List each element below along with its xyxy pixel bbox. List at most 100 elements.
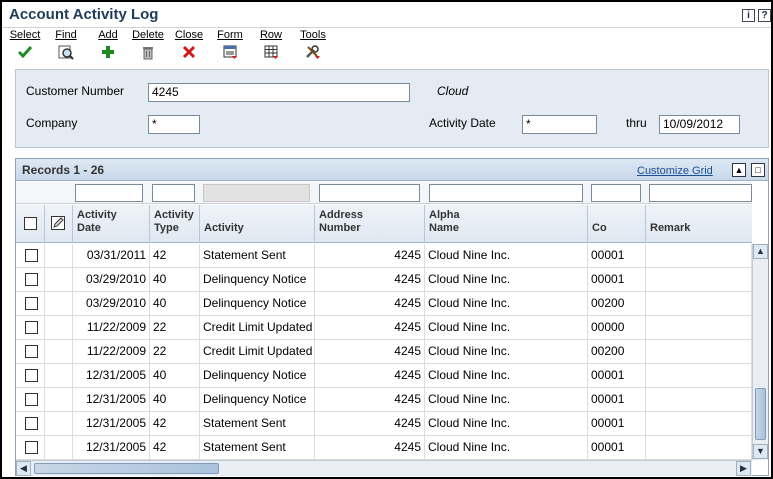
cell-co: 00200 — [588, 292, 646, 316]
delete-button[interactable]: Delete — [132, 29, 164, 65]
cell-co: 00001 — [588, 436, 646, 460]
activity-date-thru-input[interactable]: 10/09/2012 — [659, 115, 740, 134]
scroll-right-icon[interactable]: ▶ — [736, 461, 751, 476]
row-menu-button[interactable]: Row — [257, 29, 285, 65]
table-row[interactable]: 03/31/2011 42 Statement Sent 4245 Cloud Nine… — [16, 244, 752, 268]
table-row[interactable]: 12/31/2005 42 Statement Sent 4245 Cloud Nine… — [16, 412, 752, 436]
horizontal-scrollbar[interactable]: ◀ ▶ — [16, 460, 752, 476]
qbe-co[interactable] — [591, 184, 641, 202]
row-edit-cell — [45, 340, 73, 364]
info-icon[interactable]: i — [742, 9, 755, 22]
row-edit-cell — [45, 388, 73, 412]
table-row[interactable]: 03/29/2010 40 Delinquency Notice 4245 Cloud … — [16, 292, 752, 316]
scroll-left-icon[interactable]: ◀ — [16, 461, 31, 476]
tools-menu-button[interactable]: Tools — [298, 29, 328, 65]
cell-co: 00001 — [588, 388, 646, 412]
col-alpha-name[interactable]: Alpha Name — [425, 205, 588, 243]
col-address-number[interactable]: Address Number — [315, 205, 425, 243]
qbe-row — [16, 182, 752, 204]
cell-activity-date: 12/31/2005 — [73, 412, 150, 436]
col-activity-date[interactable]: Activity Date — [73, 205, 150, 243]
table-row[interactable]: 03/29/2010 40 Delinquency Notice 4245 Cloud … — [16, 268, 752, 292]
select-button[interactable]: Select — [8, 29, 42, 65]
qbe-activity-date[interactable] — [75, 184, 143, 202]
cell-remark — [646, 316, 752, 340]
col-activity-type[interactable]: Activity Type — [150, 205, 200, 243]
find-label: Find — [55, 29, 77, 41]
qbe-alpha-name[interactable] — [429, 184, 583, 202]
cell-activity: Delinquency Notice — [200, 388, 315, 412]
table-row[interactable]: 12/31/2005 42 Statement Sent 4245 Cloud Nine… — [16, 436, 752, 460]
help-icon[interactable]: ? — [758, 9, 771, 22]
row-checkbox[interactable] — [25, 441, 38, 454]
row-select-cell — [16, 268, 45, 292]
col-activity[interactable]: Activity — [200, 205, 315, 243]
cell-co: 00001 — [588, 412, 646, 436]
row-edit-cell — [45, 364, 73, 388]
cell-remark — [646, 388, 752, 412]
col-remark[interactable]: Remark — [646, 205, 752, 243]
maximize-icon[interactable]: □ — [751, 163, 765, 177]
cell-alpha-name: Cloud Nine Inc. — [425, 388, 588, 412]
col-activity-type-line1: Activity — [154, 209, 194, 221]
vertical-scrollbar[interactable]: ▲ ▼ — [752, 244, 768, 460]
row-checkbox[interactable] — [25, 417, 38, 430]
horizontal-scroll-thumb[interactable] — [34, 463, 219, 474]
cell-activity-date: 12/31/2005 — [73, 388, 150, 412]
cell-activity: Statement Sent — [200, 436, 315, 460]
row-edit-cell — [45, 244, 73, 268]
customer-name-text: Cloud — [437, 84, 469, 98]
cell-activity: Delinquency Notice — [200, 292, 315, 316]
customize-grid-link[interactable]: Customize Grid — [637, 165, 713, 177]
add-label: Add — [98, 29, 118, 41]
edit-pencil-icon — [51, 216, 65, 230]
table-row[interactable]: 12/31/2005 40 Delinquency Notice 4245 Cloud … — [16, 388, 752, 412]
row-checkbox[interactable] — [25, 345, 38, 358]
col-co[interactable]: Co — [588, 205, 646, 243]
col-remark-label: Remark — [650, 222, 691, 234]
row-checkbox[interactable] — [25, 393, 38, 406]
close-button[interactable]: Close — [174, 29, 204, 65]
customer-number-input[interactable]: 4245 — [148, 83, 410, 102]
customer-number-label: Customer Number — [26, 84, 125, 98]
cell-alpha-name: Cloud Nine Inc. — [425, 364, 588, 388]
table-row[interactable]: 11/22/2009 22 Credit Limit Updated 4245 Clou… — [16, 340, 752, 364]
row-checkbox[interactable] — [25, 321, 38, 334]
table-row[interactable]: 12/31/2005 40 Delinquency Notice 4245 Cloud … — [16, 364, 752, 388]
form-menu-button[interactable]: Form — [216, 29, 244, 65]
qbe-activity-type[interactable] — [152, 184, 195, 202]
column-headers: Activity Date Activity Type Activity Add… — [16, 205, 752, 243]
export-icon[interactable]: ▲ — [732, 163, 746, 177]
col-activity-date-line2: Date — [77, 222, 101, 234]
col-activity-type-line2: Type — [154, 222, 179, 234]
row-select-cell — [16, 412, 45, 436]
cell-address-number: 4245 — [315, 388, 425, 412]
find-button[interactable]: Find — [52, 29, 80, 65]
table-row[interactable]: 11/22/2009 22 Credit Limit Updated 4245 Clou… — [16, 316, 752, 340]
row-checkbox[interactable] — [25, 369, 38, 382]
cell-activity-type: 42 — [150, 412, 200, 436]
vertical-scroll-thumb[interactable] — [755, 388, 766, 440]
delete-label: Delete — [132, 29, 164, 41]
qbe-activity — [203, 184, 310, 202]
row-checkbox[interactable] — [25, 297, 38, 310]
select-label: Select — [9, 29, 41, 41]
cell-activity-date: 12/31/2005 — [73, 364, 150, 388]
cell-alpha-name: Cloud Nine Inc. — [425, 340, 588, 364]
qbe-address-number[interactable] — [319, 184, 420, 202]
app-window: Account Activity Log i ? Select Find Add… — [0, 0, 773, 479]
cell-alpha-name: Cloud Nine Inc. — [425, 244, 588, 268]
add-button[interactable]: Add — [95, 29, 121, 65]
row-select-cell — [16, 244, 45, 268]
qbe-remark[interactable] — [649, 184, 752, 202]
form-label: Form — [217, 29, 243, 41]
cell-activity-type: 42 — [150, 436, 200, 460]
select-all-checkbox[interactable] — [24, 217, 37, 230]
scroll-down-icon[interactable]: ▼ — [753, 444, 768, 459]
activity-date-from-input[interactable]: * — [522, 115, 597, 134]
scroll-up-icon[interactable]: ▲ — [753, 244, 768, 259]
company-input[interactable]: * — [148, 115, 200, 134]
row-checkbox[interactable] — [25, 273, 38, 286]
row-checkbox[interactable] — [25, 249, 38, 262]
row-label: Row — [259, 29, 282, 41]
